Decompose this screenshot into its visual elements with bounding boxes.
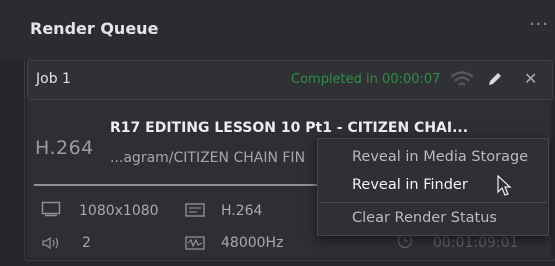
- video-codec-value: H.264: [221, 203, 263, 219]
- audio-channels-value: 2: [82, 235, 91, 251]
- more-options-icon[interactable]: ···: [529, 14, 549, 35]
- menu-item-reveal-media-storage[interactable]: Reveal in Media Storage: [352, 149, 528, 165]
- clock-icon: [397, 233, 413, 253]
- video-codec-icon: [185, 202, 205, 221]
- pencil-icon[interactable]: [486, 70, 504, 92]
- codec-badge: H.264: [35, 137, 94, 159]
- audio-icon: [41, 235, 61, 254]
- menu-separator: [319, 202, 547, 203]
- sample-rate-icon: [185, 235, 205, 254]
- job-name: Job 1: [36, 71, 71, 87]
- mouse-cursor-icon: [497, 174, 513, 201]
- duration-value: 00:01:09:01: [433, 235, 519, 251]
- close-icon[interactable]: ✕: [524, 69, 537, 88]
- progress-bar: [34, 184, 320, 186]
- menu-item-clear-render-status[interactable]: Clear Render Status: [352, 210, 497, 226]
- job-title: R17 EDITING LESSON 10 Pt1 - CITIZEN CHAI…: [110, 120, 469, 136]
- menu-item-reveal-in-finder[interactable]: Reveal in Finder: [352, 177, 468, 193]
- resolution-icon: [41, 201, 61, 221]
- resolution-value: 1080x1080: [79, 203, 159, 219]
- wifi-icon[interactable]: [449, 69, 475, 93]
- context-menu: Reveal in Media Storage Reveal in Finder…: [317, 138, 549, 236]
- page-title: Render Queue: [30, 19, 159, 38]
- job-path: ...agram/CITIZEN CHAIN FIN: [110, 150, 306, 166]
- sample-rate-value: 48000Hz: [221, 235, 284, 251]
- render-queue-header: Render Queue ···: [0, 0, 555, 60]
- job-header-bar[interactable]: Job 1 Completed in 00:00:07 ✕: [27, 60, 553, 100]
- job-status: Completed in 00:00:07: [291, 72, 441, 87]
